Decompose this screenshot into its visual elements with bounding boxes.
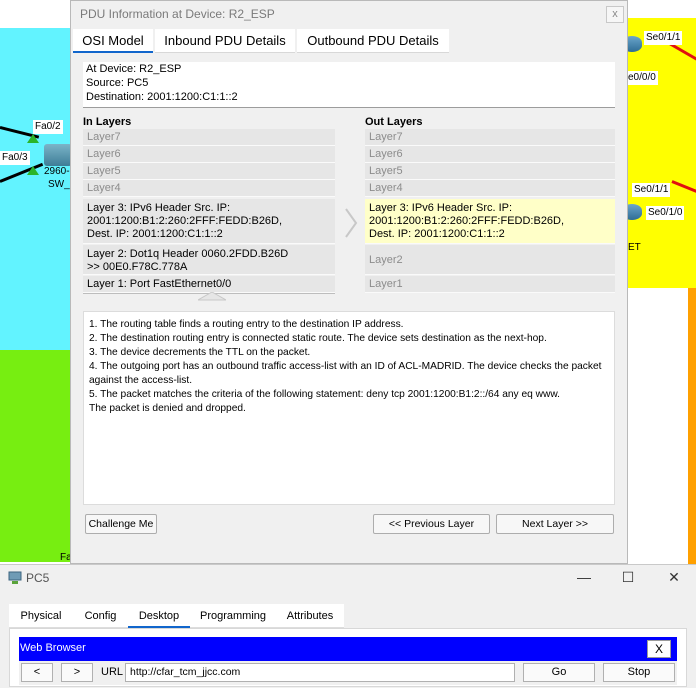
in-layer-2-line: >> 00E0.F78C.778A (87, 261, 188, 273)
osi-model-panel: At Device: R2_ESP Source: PC5 Destinatio… (80, 56, 618, 556)
url-input[interactable]: http://cfar_tcm_jjcc.com (125, 663, 515, 682)
web-browser-title: Web Browser (20, 642, 86, 654)
step-text: The packet is denied and dropped. (89, 403, 246, 414)
step-text: 2. The destination routing entry is conn… (89, 333, 547, 344)
tab-attributes[interactable]: Attributes (276, 604, 344, 628)
device-info: At Device: R2_ESP Source: PC5 Destinatio… (83, 62, 615, 108)
in-layer-3-line: 2001:1200:B1:2:260:2FFF:FEDD:B26D, (87, 215, 283, 227)
back-button[interactable]: < (21, 663, 53, 682)
device-info-device: At Device: R2_ESP (86, 63, 182, 75)
step-text: 4. The outgoing port has an outbound tra… (89, 361, 602, 386)
device-name-label: SW_ (48, 179, 70, 190)
out-layer-3-line: 2001:1200:B1:2:260:2FFF:FEDD:B26D, (369, 215, 565, 227)
out-layer-3[interactable]: Layer 3: IPv6 Header Src. IP: 2001:1200:… (365, 199, 615, 244)
device-info-source: Source: PC5 (86, 77, 149, 89)
in-layer-3-line: Dest. IP: 2001:1200:C1:1::2 (87, 228, 223, 240)
port-label: Se0/1/0 (646, 206, 685, 220)
tab-programming[interactable]: Programming (190, 604, 276, 628)
tab-outbound-pdu-details[interactable]: Outbound PDU Details (297, 29, 449, 53)
tab-config[interactable]: Config (73, 604, 128, 628)
in-layer-3-line: Layer 3: IPv6 Header Src. IP: (87, 202, 231, 214)
close-button[interactable]: X (647, 640, 671, 658)
in-layer-2[interactable]: Layer 2: Dot1q Header 0060.2FDD.B26D >> … (83, 245, 335, 275)
out-layer-7[interactable]: Layer7 (365, 129, 615, 146)
out-layer-2[interactable]: Layer2 (365, 245, 615, 275)
in-layer-4[interactable]: Layer4 (83, 180, 335, 197)
window-title: PC5 (26, 571, 50, 585)
step-text: 1. The routing table finds a routing ent… (89, 319, 404, 330)
processing-steps: 1. The routing table finds a routing ent… (83, 311, 615, 505)
out-layers-heading: Out Layers (365, 116, 423, 128)
out-layer-3-line: Dest. IP: 2001:1200:C1:1::2 (369, 228, 505, 240)
next-layer-button[interactable]: Next Layer >> (496, 514, 614, 534)
in-layer-5[interactable]: Layer5 (83, 163, 335, 180)
port-label: Se0/1/1 (644, 31, 683, 45)
tab-desktop[interactable]: Desktop (128, 604, 190, 628)
topology-area-green (0, 350, 72, 562)
device-model-label: 2960- (44, 166, 70, 177)
in-layers-heading: In Layers (83, 116, 132, 128)
maximize-button[interactable]: ☐ (618, 569, 638, 586)
forward-button[interactable]: > (61, 663, 93, 682)
challenge-me-button[interactable]: Challenge Me (85, 514, 157, 534)
tab-osi-model[interactable]: OSI Model (73, 29, 153, 53)
minimize-button[interactable]: — (574, 569, 594, 585)
port-status-icon (27, 134, 39, 143)
url-label: URL (101, 666, 124, 678)
close-button[interactable]: x (606, 6, 624, 23)
port-status-icon (27, 166, 39, 175)
in-layer-3[interactable]: Layer 3: IPv6 Header Src. IP: 2001:1200:… (83, 199, 335, 244)
out-layer-6[interactable]: Layer6 (365, 146, 615, 163)
dialog-titlebar[interactable]: PDU Information at Device: R2_ESP x (71, 1, 627, 29)
port-label: e0/0/0 (626, 71, 658, 85)
go-button[interactable]: Go (523, 663, 595, 682)
port-label: Se0/1/1 (632, 183, 671, 197)
scroll-up-icon[interactable] (198, 292, 226, 301)
device-info-destination: Destination: 2001:1200:C1:1::2 (86, 91, 238, 103)
tab-inbound-pdu-details[interactable]: Inbound PDU Details (155, 29, 295, 53)
out-layer-3-line: Layer 3: IPv6 Header Src. IP: (369, 202, 513, 214)
out-layer-1[interactable]: Layer1 (365, 276, 615, 293)
port-label: Fa0/2 (33, 120, 63, 134)
tab-physical[interactable]: Physical (9, 604, 73, 628)
web-browser-titlebar[interactable]: Web Browser X (19, 637, 677, 661)
out-layer-4[interactable]: Layer4 (365, 180, 615, 197)
device-name-label: ET (628, 242, 641, 253)
switch-icon[interactable] (44, 144, 72, 166)
close-button[interactable]: ✕ (664, 569, 684, 586)
stop-button[interactable]: Stop (603, 663, 675, 682)
in-layer-2-line: Layer 2: Dot1q Header 0060.2FDD.B26D (87, 248, 289, 260)
url-bar: < > URL http://cfar_tcm_jjcc.com Go Stop (19, 661, 677, 685)
chevron-right-icon (345, 208, 358, 238)
dialog-title: PDU Information at Device: R2_ESP (80, 7, 275, 21)
step-text: 3. The device decrements the TTL on the … (89, 347, 311, 358)
in-layer-1[interactable]: Layer 1: Port FastEthernet0/0 (83, 276, 335, 293)
topology-area-orange (688, 288, 696, 564)
out-layer-5[interactable]: Layer5 (365, 163, 615, 180)
port-label: Fa0/3 (0, 151, 30, 165)
pdu-info-dialog: PDU Information at Device: R2_ESP x OSI … (70, 0, 628, 564)
in-layer-6[interactable]: Layer6 (83, 146, 335, 163)
step-text: 5. The packet matches the criteria of th… (89, 389, 560, 400)
previous-layer-button[interactable]: << Previous Layer (373, 514, 490, 534)
pc-icon (8, 571, 22, 584)
in-layer-7[interactable]: Layer7 (83, 129, 335, 146)
